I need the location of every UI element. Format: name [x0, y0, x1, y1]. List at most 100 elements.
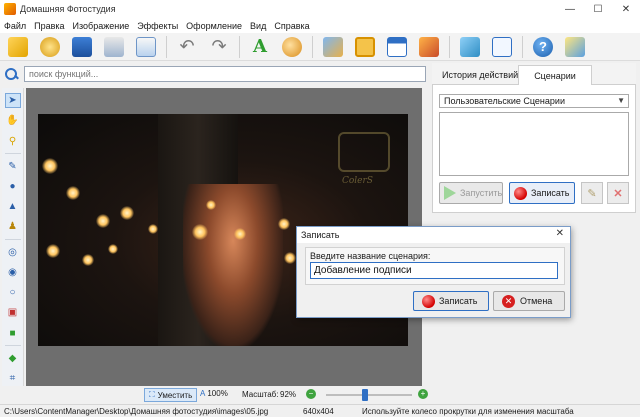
close-button[interactable]: ✕ — [612, 0, 640, 18]
actual-zoom-icon: A — [200, 389, 206, 398]
eye-tool[interactable]: ◉ — [5, 265, 21, 280]
menu-help[interactable]: Справка — [274, 21, 309, 31]
menu-effects[interactable]: Эффекты — [137, 21, 178, 31]
package-button[interactable] — [563, 35, 587, 59]
help-button[interactable]: ? — [531, 35, 555, 59]
record-icon — [422, 294, 435, 308]
toolbar-divider — [166, 35, 167, 58]
palette-icon — [282, 36, 302, 57]
color-tool[interactable]: ■ — [5, 325, 21, 340]
dialog-record-label: Записать — [439, 296, 478, 306]
save-icon — [72, 36, 92, 57]
scenario-select[interactable]: Пользовательские Сценарии ▼ — [439, 94, 629, 108]
dialog-record-button[interactable]: Записать — [413, 291, 489, 311]
dialog-cancel-label: Отмена — [520, 296, 553, 306]
postcard-button[interactable] — [417, 35, 441, 59]
help-icon: ? — [533, 36, 553, 57]
magnifier-icon: ⚲ — [8, 135, 17, 147]
tab-history[interactable]: История действий — [434, 65, 526, 85]
drop-tool[interactable]: ● — [5, 179, 21, 194]
actual-size-icon — [492, 36, 512, 57]
text-button[interactable]: A — [248, 35, 272, 59]
menu-bar: Файл Правка Изображение Эффекты Оформлен… — [0, 18, 640, 33]
crop-tool[interactable]: ⌗ — [5, 371, 21, 386]
stamp-tool[interactable]: ♟ — [5, 219, 21, 234]
menu-image[interactable]: Изображение — [73, 21, 130, 31]
zoom-out-button[interactable]: − — [306, 389, 316, 399]
app-icon — [4, 3, 16, 15]
bokeh-light — [234, 228, 246, 240]
save-button[interactable] — [70, 35, 94, 59]
lasso-tool[interactable]: ○ — [5, 285, 21, 300]
bokeh-light — [66, 186, 80, 200]
run-button[interactable]: Запустить — [439, 182, 503, 204]
collage-button[interactable] — [353, 35, 377, 59]
undo-icon: ↶ — [179, 36, 195, 56]
search-input[interactable] — [24, 66, 426, 82]
status-image-size: 640x404 — [303, 407, 334, 416]
eraser-tool[interactable]: ◆ — [5, 351, 21, 366]
postcard-icon — [419, 36, 439, 57]
tool-divider — [4, 152, 21, 154]
eye-icon: ◉ — [8, 266, 17, 278]
layers-tool[interactable]: ▣ — [5, 305, 21, 320]
maximize-button[interactable]: ☐ — [584, 0, 612, 18]
triangle-tool[interactable]: ▲ — [5, 199, 21, 214]
tool-divider — [4, 344, 21, 346]
preview-button[interactable] — [134, 35, 158, 59]
record-button[interactable]: Записать — [509, 182, 575, 204]
menu-edit[interactable]: Правка — [34, 21, 64, 31]
scenario-list[interactable] — [439, 112, 629, 176]
delete-icon: ✕ — [613, 187, 623, 200]
minimize-button[interactable]: — — [556, 0, 584, 18]
effects-button[interactable] — [38, 35, 62, 59]
pointer-tool[interactable]: ➤ — [4, 93, 21, 109]
zoom-slider[interactable] — [326, 389, 412, 401]
actual-size-button[interactable] — [490, 35, 514, 59]
package-icon — [565, 36, 585, 57]
menu-view[interactable]: Вид — [250, 21, 266, 31]
zoom-in-button[interactable]: + — [418, 389, 428, 399]
search-icon — [4, 67, 18, 81]
status-hint: Используйте колесо прокрутки для изменен… — [362, 407, 574, 416]
zoom-slider-thumb[interactable] — [362, 389, 368, 401]
ellipse-select-tool[interactable]: ◎ — [5, 245, 21, 260]
scenario-name-input[interactable] — [310, 262, 558, 279]
fit-icon — [460, 36, 480, 57]
dialog-titlebar: Записать ✕ — [297, 227, 570, 243]
status-bar: C:\Users\ContentManager\Desktop\Домашняя… — [0, 404, 640, 417]
toolbar-divider — [312, 35, 313, 58]
hand-tool[interactable]: ✋ — [5, 113, 21, 128]
delete-scenario-button[interactable]: ✕ — [607, 182, 629, 204]
bokeh-light — [46, 244, 60, 258]
print-button[interactable] — [102, 35, 126, 59]
edit-scenario-button[interactable]: ✎ — [581, 182, 603, 204]
dialog-name-group: Введите название сценария: — [305, 247, 565, 285]
bokeh-light — [278, 218, 290, 230]
redo-button[interactable]: ↷ — [207, 35, 231, 59]
open-button[interactable] — [6, 35, 30, 59]
window-title: Домашняя Фотостудия — [20, 4, 116, 14]
actual-zoom-button[interactable]: A 100% — [200, 389, 228, 398]
eraser-icon: ◆ — [8, 352, 17, 364]
frame-button[interactable] — [321, 35, 345, 59]
menu-file[interactable]: Файл — [4, 21, 26, 31]
fit-button[interactable] — [458, 35, 482, 59]
dialog-cancel-button[interactable]: ✕ Отмена — [493, 291, 565, 311]
fit-zoom-button[interactable]: ⛶ Уместить — [144, 388, 198, 402]
magnifier-tool[interactable]: ⚲ — [5, 134, 21, 149]
undo-button[interactable]: ↶ — [175, 35, 199, 59]
brush-icon: ✎ — [8, 160, 17, 172]
main-toolbar: ↶ ↷ A ? — [0, 33, 640, 61]
zoom-scale-label: Масштаб: — [242, 390, 279, 399]
palette-button[interactable] — [280, 35, 304, 59]
tab-scenarios[interactable]: Сценарии — [518, 65, 592, 85]
calendar-button[interactable] — [385, 35, 409, 59]
crop-icon: ⌗ — [9, 372, 16, 384]
menu-design[interactable]: Оформление — [186, 21, 242, 31]
print-icon — [104, 36, 124, 57]
actual-zoom-label: 100% — [207, 389, 228, 398]
dialog-close-button[interactable]: ✕ — [556, 228, 564, 239]
brush-tool[interactable]: ✎ — [5, 159, 21, 174]
watermark-camera-icon — [338, 132, 390, 172]
